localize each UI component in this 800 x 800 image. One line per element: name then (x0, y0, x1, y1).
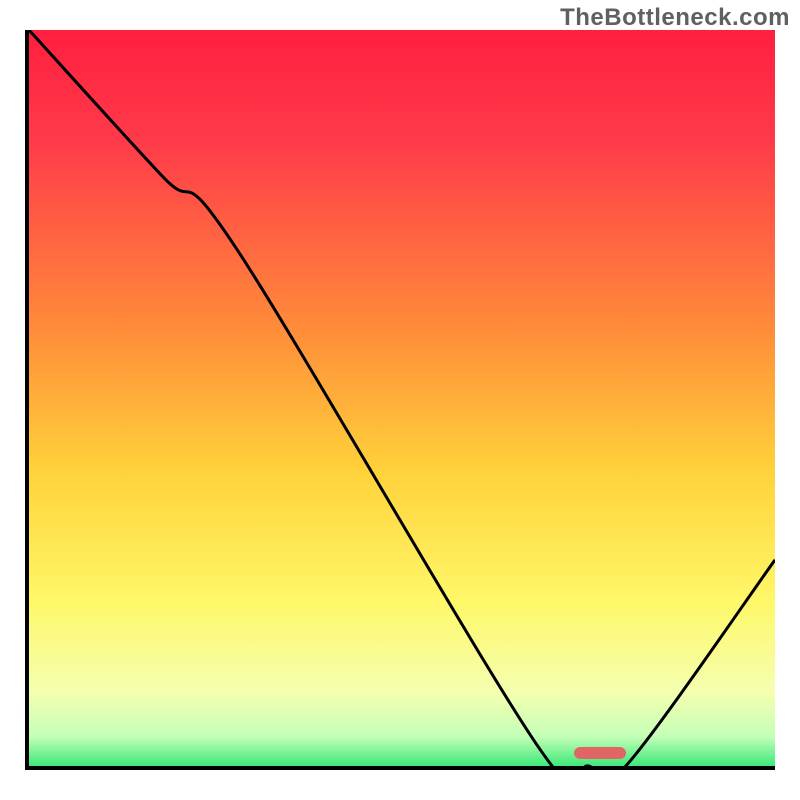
watermark-label: TheBottleneck.com (560, 4, 790, 32)
chart-frame: TheBottleneck.com (0, 0, 800, 800)
bottleneck-curve (29, 30, 775, 766)
optimal-range-marker (574, 747, 626, 759)
plot-area (25, 30, 775, 770)
